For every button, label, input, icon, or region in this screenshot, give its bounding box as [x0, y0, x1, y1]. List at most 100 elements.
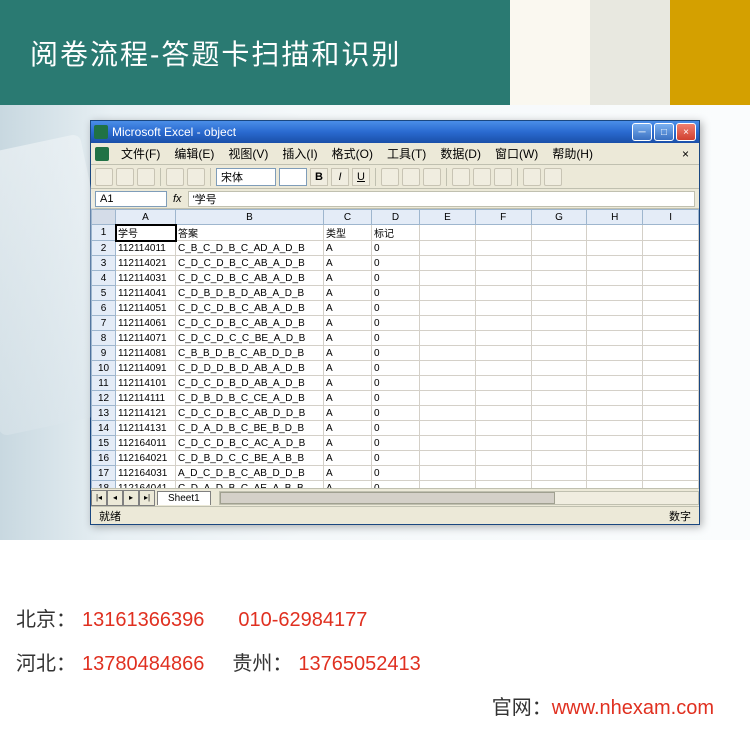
- cell[interactable]: [475, 331, 531, 346]
- cell[interactable]: C_D_C_D_C_C_BE_A_D_B: [176, 331, 324, 346]
- cell[interactable]: A: [324, 391, 372, 406]
- cell[interactable]: 0: [372, 391, 420, 406]
- cell[interactable]: 112114131: [116, 421, 176, 436]
- align-center-button[interactable]: [402, 168, 420, 186]
- cell[interactable]: A: [324, 361, 372, 376]
- cell[interactable]: A: [324, 436, 372, 451]
- cell[interactable]: [475, 256, 531, 271]
- merge-button[interactable]: [452, 168, 470, 186]
- font-size-box[interactable]: [279, 168, 307, 186]
- cell[interactable]: [420, 331, 476, 346]
- cell[interactable]: 0: [372, 271, 420, 286]
- font-name-box[interactable]: 宋体: [216, 168, 276, 186]
- cell[interactable]: [420, 436, 476, 451]
- cell[interactable]: [475, 241, 531, 256]
- cell[interactable]: 112164011: [116, 436, 176, 451]
- cell[interactable]: [587, 361, 643, 376]
- cell[interactable]: [475, 436, 531, 451]
- cell[interactable]: [475, 316, 531, 331]
- cell[interactable]: [420, 451, 476, 466]
- cell[interactable]: [587, 225, 643, 241]
- cell[interactable]: A: [324, 406, 372, 421]
- row-header-12[interactable]: 12: [92, 391, 116, 406]
- cell[interactable]: 112164041: [116, 481, 176, 489]
- col-header-D[interactable]: D: [372, 210, 420, 225]
- minimize-button[interactable]: ─: [632, 123, 652, 141]
- cell[interactable]: 0: [372, 436, 420, 451]
- cell[interactable]: [587, 376, 643, 391]
- cell[interactable]: A: [324, 451, 372, 466]
- cell[interactable]: 0: [372, 451, 420, 466]
- italic-button[interactable]: I: [331, 168, 349, 186]
- cell[interactable]: [643, 301, 699, 316]
- cell[interactable]: [420, 421, 476, 436]
- cell[interactable]: [531, 331, 587, 346]
- cell[interactable]: 0: [372, 376, 420, 391]
- row-header-7[interactable]: 7: [92, 316, 116, 331]
- cell[interactable]: [475, 421, 531, 436]
- font-color-button[interactable]: [544, 168, 562, 186]
- cell[interactable]: [587, 316, 643, 331]
- cell[interactable]: A: [324, 256, 372, 271]
- cell[interactable]: 112114021: [116, 256, 176, 271]
- cell[interactable]: A: [324, 376, 372, 391]
- cell[interactable]: [531, 451, 587, 466]
- cell[interactable]: C_D_C_D_B_C_AB_D_D_B: [176, 406, 324, 421]
- cell[interactable]: [587, 286, 643, 301]
- save-button[interactable]: [137, 168, 155, 186]
- cell[interactable]: [643, 241, 699, 256]
- cell[interactable]: A: [324, 481, 372, 489]
- cell[interactable]: [420, 241, 476, 256]
- cell[interactable]: 0: [372, 241, 420, 256]
- cell[interactable]: 0: [372, 361, 420, 376]
- cell[interactable]: 标记: [372, 225, 420, 241]
- currency-button[interactable]: [473, 168, 491, 186]
- cell[interactable]: [587, 391, 643, 406]
- cell[interactable]: [531, 466, 587, 481]
- cell[interactable]: 112114031: [116, 271, 176, 286]
- cell[interactable]: C_D_B_D_B_C_CE_A_D_B: [176, 391, 324, 406]
- cell[interactable]: 0: [372, 481, 420, 489]
- cell[interactable]: [643, 406, 699, 421]
- cell[interactable]: 112164021: [116, 451, 176, 466]
- row-header-8[interactable]: 8: [92, 331, 116, 346]
- cell[interactable]: C_B_B_D_B_C_AB_D_D_B: [176, 346, 324, 361]
- cell[interactable]: [420, 376, 476, 391]
- cell[interactable]: [475, 271, 531, 286]
- cell[interactable]: C_D_A_D_B_C_BE_B_D_B: [176, 421, 324, 436]
- cell[interactable]: 0: [372, 301, 420, 316]
- cell[interactable]: [587, 436, 643, 451]
- formula-input[interactable]: '学号: [188, 191, 695, 207]
- cell[interactable]: C_D_C_D_B_C_AB_A_D_B: [176, 271, 324, 286]
- cell[interactable]: [643, 331, 699, 346]
- cell[interactable]: C_D_A_D_B_C_AE_A_B_B: [176, 481, 324, 489]
- col-header-G[interactable]: G: [531, 210, 587, 225]
- cell[interactable]: 0: [372, 406, 420, 421]
- new-button[interactable]: [95, 168, 113, 186]
- print-button[interactable]: [166, 168, 184, 186]
- percent-button[interactable]: [494, 168, 512, 186]
- cell[interactable]: 112114011: [116, 241, 176, 256]
- open-button[interactable]: [116, 168, 134, 186]
- menu-file[interactable]: 文件(F): [115, 143, 166, 164]
- cell[interactable]: [587, 271, 643, 286]
- cell[interactable]: C_D_C_D_B_C_AB_A_D_B: [176, 256, 324, 271]
- cell[interactable]: C_D_C_D_B_D_AB_A_D_B: [176, 376, 324, 391]
- cell[interactable]: 112164031: [116, 466, 176, 481]
- horizontal-scrollbar[interactable]: [219, 491, 699, 505]
- tab-nav-prev[interactable]: ◂: [107, 490, 123, 506]
- cell[interactable]: [475, 481, 531, 489]
- cell[interactable]: A: [324, 286, 372, 301]
- cell[interactable]: [420, 361, 476, 376]
- cell[interactable]: C_D_B_D_C_C_BE_A_B_B: [176, 451, 324, 466]
- cell[interactable]: [531, 436, 587, 451]
- row-header-17[interactable]: 17: [92, 466, 116, 481]
- cell[interactable]: [587, 331, 643, 346]
- row-header-6[interactable]: 6: [92, 301, 116, 316]
- cell[interactable]: [643, 421, 699, 436]
- titlebar[interactable]: Microsoft Excel - object ─ □ ×: [91, 121, 699, 143]
- cell[interactable]: [587, 301, 643, 316]
- row-header-1[interactable]: 1: [92, 225, 116, 241]
- cell[interactable]: 112114121: [116, 406, 176, 421]
- cell[interactable]: 112114061: [116, 316, 176, 331]
